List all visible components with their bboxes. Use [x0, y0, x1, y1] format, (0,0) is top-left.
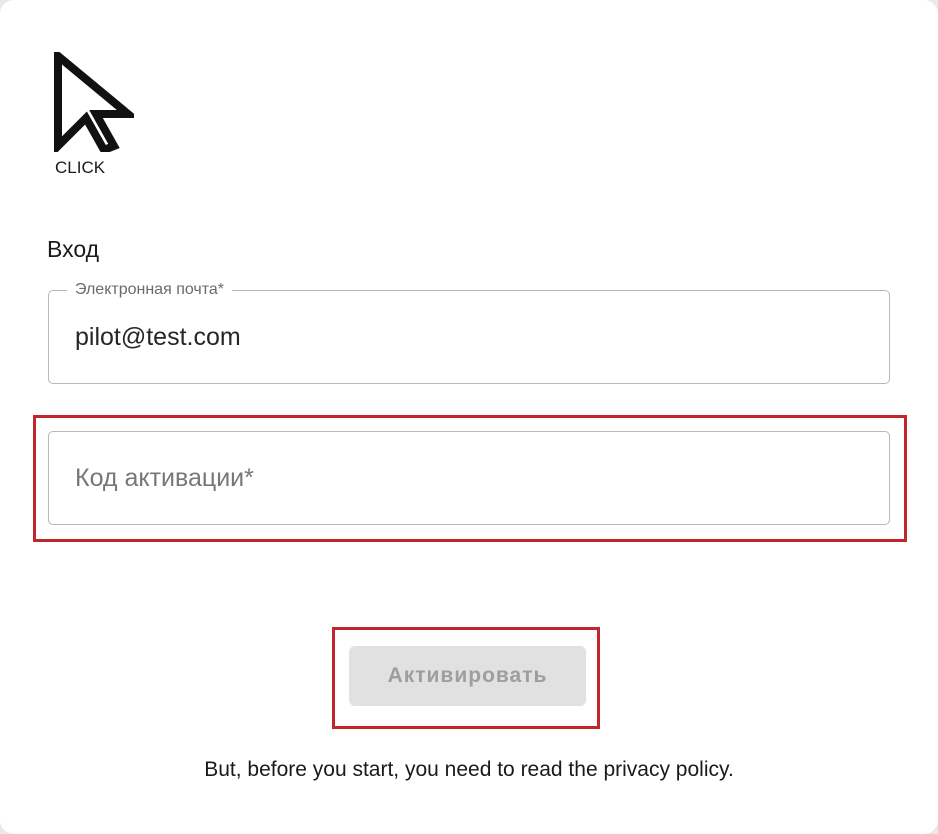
logo — [52, 52, 134, 152]
email-input[interactable] — [75, 323, 855, 352]
email-field[interactable]: Электронная почта* — [48, 280, 890, 384]
email-field-label: Электронная почта* — [67, 280, 233, 300]
logo-text: CLICK — [55, 158, 106, 177]
privacy-note: But, before you start, you need to read … — [204, 758, 734, 781]
activate-button[interactable]: Активировать — [349, 646, 586, 706]
activation-code-field[interactable] — [48, 431, 890, 525]
form-title: Вход — [47, 236, 100, 262]
login-card: CLICK Вход Электронная почта* Активирова… — [0, 0, 938, 834]
activation-code-input[interactable] — [75, 464, 855, 493]
cursor-arrow-icon — [54, 52, 134, 152]
